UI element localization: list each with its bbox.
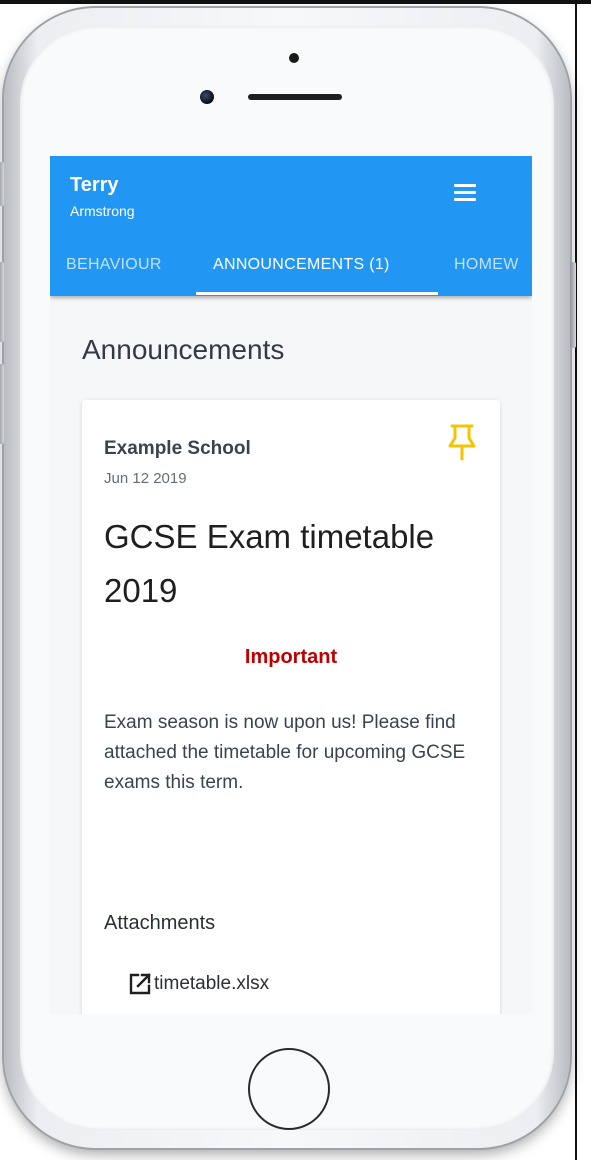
proximity-sensor xyxy=(289,53,299,63)
pin-icon[interactable] xyxy=(444,422,480,462)
external-link-icon xyxy=(129,973,151,995)
mute-switch xyxy=(0,162,4,206)
user-first-name: Terry xyxy=(70,174,119,196)
app-bar: Terry Armstrong BEHAVIOUR ANNOUNCEMENTS … xyxy=(50,156,532,296)
home-button[interactable] xyxy=(248,1048,330,1130)
announcement-card[interactable]: Example School Jun 12 2019 GCSE Exam tim… xyxy=(82,400,500,1014)
tab-homework[interactable]: HOMEW xyxy=(454,256,519,274)
page: Terry Armstrong BEHAVIOUR ANNOUNCEMENTS … xyxy=(0,0,591,1160)
tab-announcements[interactable]: ANNOUNCEMENTS (1) xyxy=(213,256,390,274)
tab-behaviour[interactable]: BEHAVIOUR xyxy=(66,256,162,274)
announcement-school: Example School xyxy=(104,438,251,459)
app-screen: Terry Armstrong BEHAVIOUR ANNOUNCEMENTS … xyxy=(50,156,532,1014)
power-button xyxy=(570,262,576,348)
user-last-name: Armstrong xyxy=(70,203,135,219)
right-border xyxy=(575,0,577,1160)
front-camera xyxy=(200,90,214,104)
top-border xyxy=(0,0,591,4)
attachment-name: timetable.xlsx xyxy=(154,973,270,994)
hamburger-menu-icon[interactable] xyxy=(454,184,476,202)
earpiece-speaker xyxy=(248,94,342,100)
volume-up-button xyxy=(0,262,4,342)
attachments-heading: Attachments xyxy=(104,912,216,934)
announcement-title: GCSE Exam timetable 2019 xyxy=(104,518,435,609)
volume-down-button xyxy=(0,364,4,444)
active-tab-indicator xyxy=(196,292,438,295)
tab-bar: BEHAVIOUR ANNOUNCEMENTS (1) HOMEW xyxy=(50,246,532,296)
priority-label: Important xyxy=(244,646,338,668)
announcement-date: Jun 12 2019 xyxy=(104,470,187,487)
page-title: Announcements xyxy=(82,334,285,365)
attachment-link[interactable]: timetable.xlsx xyxy=(128,972,269,996)
announcement-body: Exam season is now upon us! Please find … xyxy=(104,712,466,793)
